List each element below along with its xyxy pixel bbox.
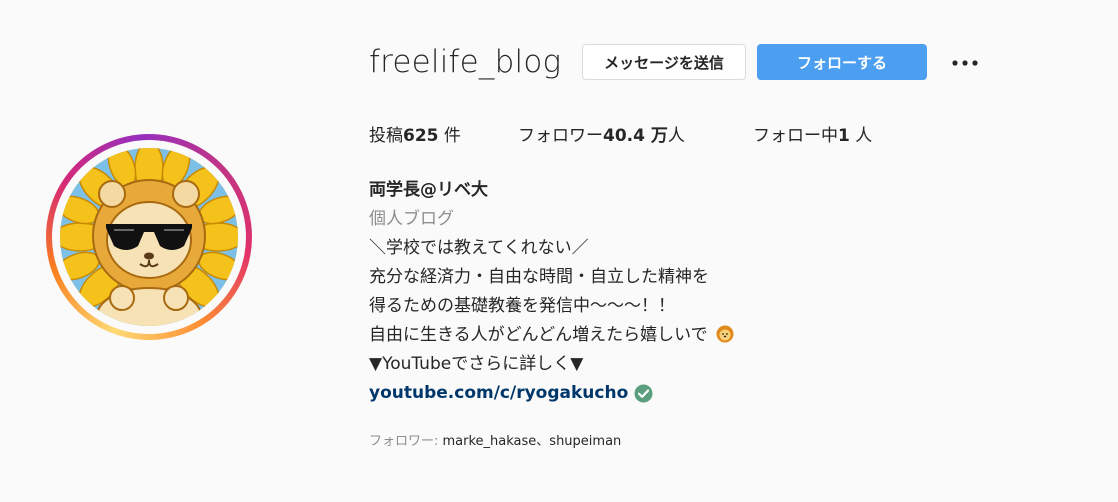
lion-emoji-icon <box>716 324 734 343</box>
following-label: フォロー中 <box>753 126 838 146</box>
profile-category: 個人ブログ <box>369 209 454 229</box>
follow-button[interactable]: フォローする <box>757 44 927 80</box>
bio-line: ▼YouTubeでさらに詳しく▼ <box>369 354 584 374</box>
story-ring[interactable] <box>46 134 252 340</box>
more-options-icon[interactable] <box>950 48 980 78</box>
verified-badge-icon <box>634 384 653 403</box>
following-unit: 人 <box>849 126 873 146</box>
bio-line: 得るための基礎教養を発信中〜〜〜！！ <box>369 296 675 316</box>
following-value: 1 <box>838 126 850 146</box>
avatar-frame <box>52 140 246 334</box>
posts-count: 投稿625 件 <box>369 121 461 146</box>
lion-avatar-icon <box>60 148 238 326</box>
posts-label: 投稿 <box>369 126 403 146</box>
followers-count[interactable]: フォロワー40.4 万人 <box>518 121 685 146</box>
profile-link-row: youtube.com/c/ryogakucho <box>369 379 734 408</box>
posts-unit: 件 <box>438 126 461 146</box>
avatar[interactable] <box>60 148 238 326</box>
bio-line: 充分な経済力・自由な時間・自立した精神を <box>369 267 709 287</box>
bio-line: 自由に生きる人がどんどん増えたら嬉しいで <box>369 325 708 345</box>
following-count[interactable]: フォロー中1 人 <box>753 121 872 146</box>
followed-by-users[interactable]: marke_hakase、shupeiman <box>443 434 622 449</box>
profile-bio: 両学長@リベ大 個人ブログ ＼学校では教えてくれない／ 充分な経済力・自由な時間… <box>369 176 734 408</box>
profile-display-name: 両学長@リベ大 <box>369 180 488 200</box>
profile-username: freelife_blog <box>369 44 562 80</box>
followers-unit: 人 <box>667 126 685 146</box>
followers-value: 40.4 万 <box>603 126 668 146</box>
external-link[interactable]: youtube.com/c/ryogakucho <box>369 379 628 408</box>
send-message-button[interactable]: メッセージを送信 <box>582 44 746 80</box>
followers-label: フォロワー <box>518 126 603 146</box>
posts-value: 625 <box>403 126 439 146</box>
followed-by-label: フォロワー: <box>369 434 443 449</box>
bio-line-with-emoji: 自由に生きる人がどんどん増えたら嬉しいで <box>369 321 734 350</box>
followed-by[interactable]: フォロワー: marke_hakase、shupeiman <box>369 430 621 449</box>
bio-line: ＼学校では教えてくれない／ <box>369 238 589 258</box>
